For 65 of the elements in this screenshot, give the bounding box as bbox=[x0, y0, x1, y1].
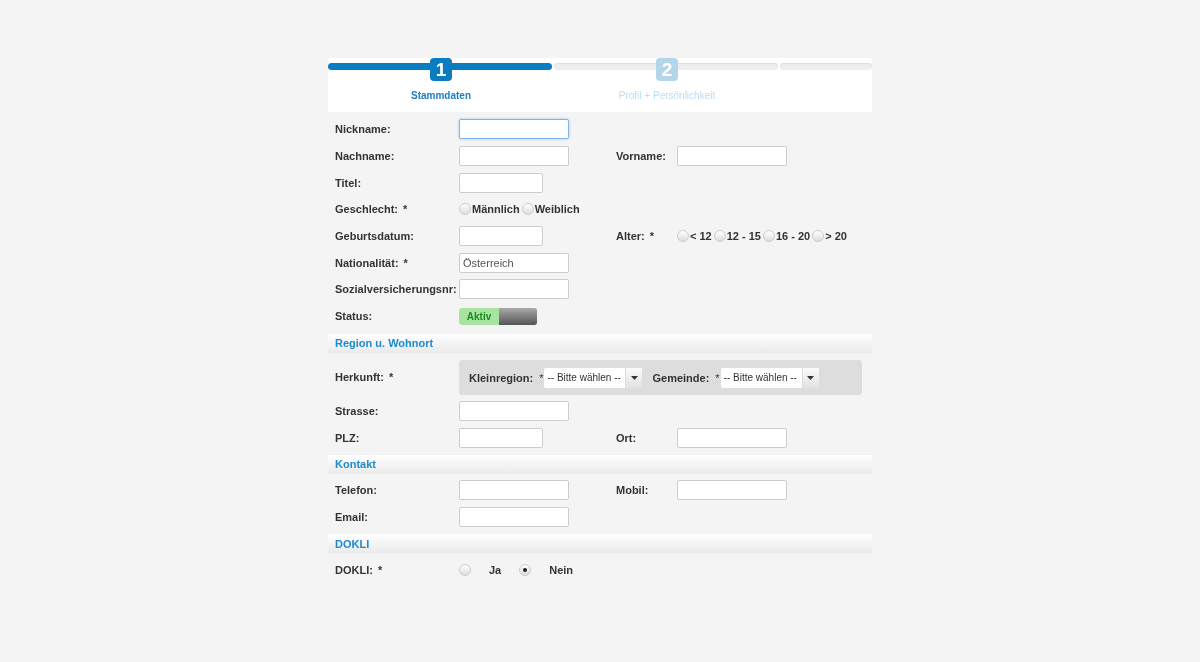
field-label: Nickname: bbox=[335, 123, 391, 136]
section-title: Kontakt bbox=[335, 458, 376, 471]
radio-label[interactable]: Ja bbox=[489, 563, 502, 576]
required-mark: * bbox=[402, 203, 408, 216]
radio-label[interactable]: Nein bbox=[549, 563, 574, 576]
text-input[interactable] bbox=[677, 146, 787, 167]
radio-label[interactable]: 16 - 20 bbox=[775, 230, 811, 243]
field-label: Strasse: bbox=[335, 404, 379, 417]
text-input[interactable] bbox=[459, 226, 543, 247]
radio-button[interactable] bbox=[812, 230, 825, 243]
field-label: Alter: bbox=[616, 230, 645, 243]
dropdown[interactable]: -- Bitte wählen -- bbox=[720, 367, 819, 388]
text-input[interactable] bbox=[459, 427, 543, 448]
text-input[interactable] bbox=[459, 506, 569, 527]
section-title: Region u. Wohnort bbox=[335, 337, 434, 349]
text-input[interactable]: Österreich bbox=[459, 252, 569, 273]
radio-label[interactable]: < 12 bbox=[690, 230, 712, 243]
field-label: Ort: bbox=[616, 431, 637, 444]
field-label: Email: bbox=[335, 510, 368, 523]
section-title: DOKLI bbox=[335, 537, 370, 550]
required-mark: * bbox=[403, 256, 408, 269]
radio-label[interactable]: 12 - 15 bbox=[726, 230, 761, 243]
dropdown[interactable]: -- Bitte wählen -- bbox=[544, 367, 643, 388]
field-label: Mobil: bbox=[616, 484, 649, 497]
text-input[interactable] bbox=[677, 427, 787, 448]
field-label: Geburtsdatum: bbox=[335, 230, 414, 243]
radio-button[interactable] bbox=[762, 230, 775, 243]
caret-icon bbox=[630, 375, 638, 380]
text-input[interactable] bbox=[459, 146, 569, 167]
field-label: Kleinregion: bbox=[469, 371, 534, 384]
required-mark: * bbox=[539, 371, 544, 384]
step-number[interactable]: 1 bbox=[430, 58, 452, 81]
radio-button[interactable] bbox=[459, 563, 471, 576]
field-label: Titel: bbox=[335, 176, 362, 189]
text-input[interactable] bbox=[459, 400, 569, 421]
field-label: Geschlecht: bbox=[335, 203, 398, 216]
field-label: Nachname: bbox=[335, 150, 395, 163]
radio-button[interactable] bbox=[713, 230, 726, 243]
field-label: Herkunft: bbox=[335, 370, 384, 383]
step-label[interactable]: Stammdaten bbox=[411, 90, 471, 101]
required-mark: * bbox=[388, 370, 394, 383]
field-label: Telefon: bbox=[335, 484, 377, 497]
text-input[interactable] bbox=[459, 119, 569, 140]
field-label: Vorname: bbox=[616, 150, 666, 163]
field-label: Sozialversicherungsnr: bbox=[335, 283, 457, 296]
radio-button[interactable] bbox=[459, 203, 471, 216]
field-label: PLZ: bbox=[335, 431, 360, 444]
required-mark: * bbox=[377, 563, 383, 576]
required-mark: * bbox=[649, 230, 654, 243]
text-input[interactable] bbox=[677, 480, 787, 501]
field-label: Status: bbox=[335, 310, 373, 323]
radio-button[interactable] bbox=[521, 203, 534, 216]
field-label: Nationalität: bbox=[335, 256, 399, 269]
field-label: DOKLI: bbox=[335, 563, 373, 576]
text-input[interactable] bbox=[459, 172, 543, 193]
radio-button[interactable] bbox=[519, 563, 532, 576]
required-mark: * bbox=[715, 371, 720, 384]
radio-button[interactable] bbox=[677, 230, 689, 243]
text-input[interactable] bbox=[459, 279, 569, 300]
radio-label[interactable]: Weiblich bbox=[534, 203, 580, 216]
radio-label[interactable]: > 20 bbox=[825, 230, 847, 243]
text-input[interactable] bbox=[459, 480, 569, 501]
field-label: Gemeinde: bbox=[652, 371, 710, 384]
caret-icon bbox=[807, 375, 815, 380]
radio-label[interactable]: Männlich bbox=[472, 203, 520, 216]
